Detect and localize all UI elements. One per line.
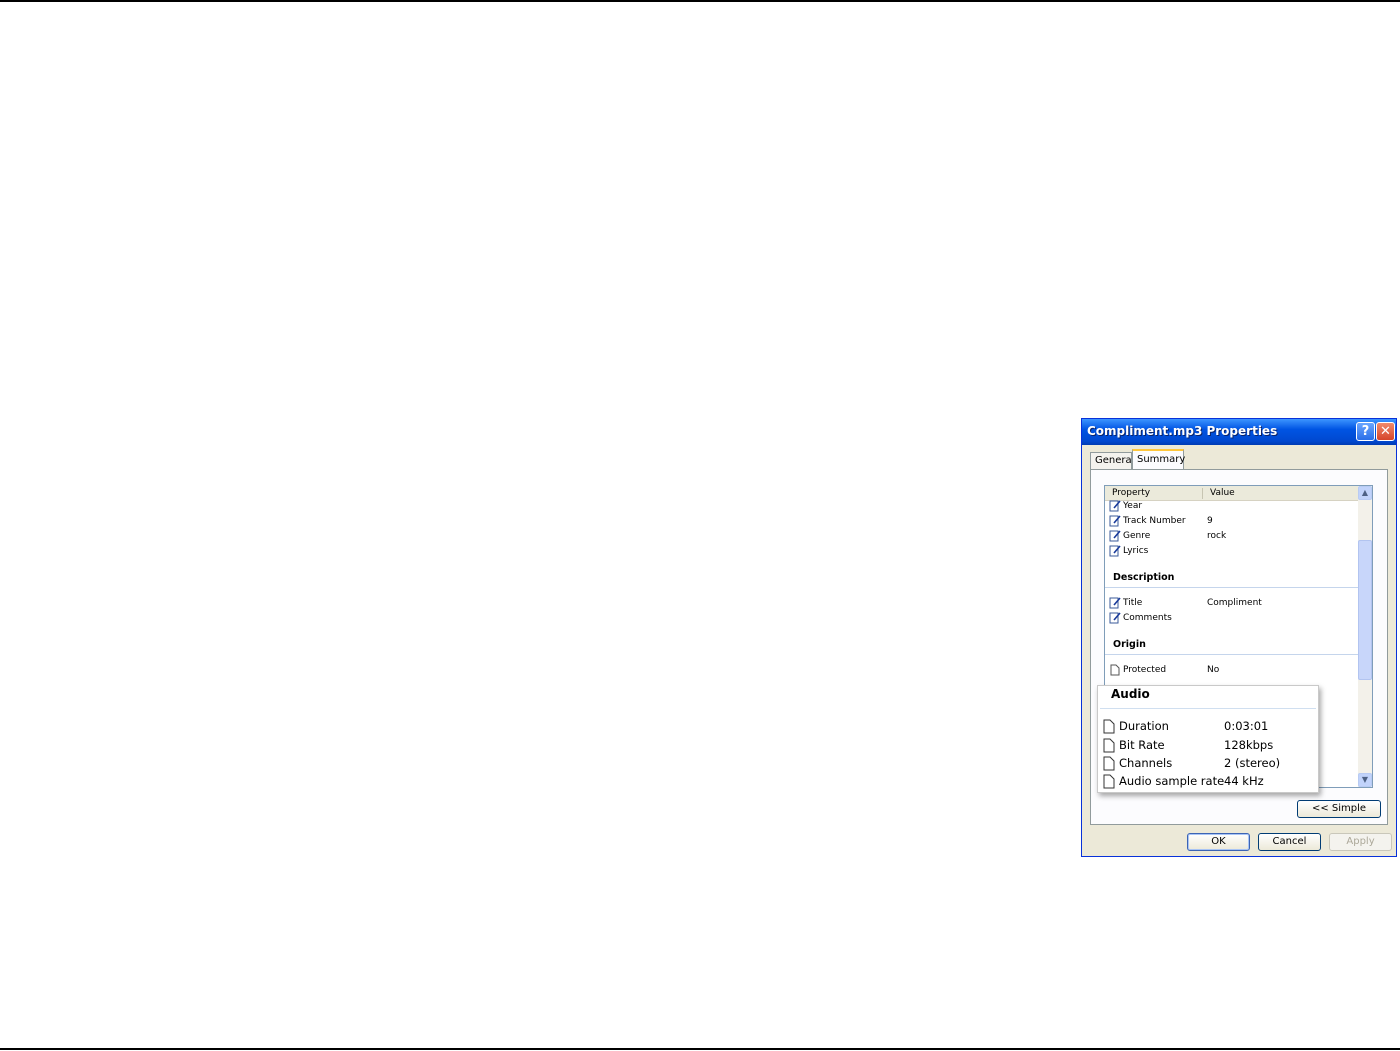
audio-zoom-callout: Audio Duration 0:03:01 Bit Rate 128kbps … [1097,685,1319,793]
apply-button: Apply [1329,833,1392,851]
property-name: Year [1123,501,1143,511]
edit-document-icon [1109,515,1121,527]
group-divider [1105,654,1358,655]
group-header-audio: Audio [1111,687,1150,701]
property-name: Genre [1123,531,1151,541]
property-name: Comments [1123,613,1172,623]
property-value: 0:03:01 [1224,719,1269,733]
close-button[interactable]: ✕ [1376,422,1395,441]
property-name: Lyrics [1123,546,1149,556]
property-value: 2 (stereo) [1224,756,1281,770]
property-value: 9 [1207,516,1213,526]
scroll-down-button[interactable]: ▼ [1358,773,1372,787]
close-icon: ✕ [1380,424,1391,439]
tab-summary[interactable]: Summary [1132,449,1185,470]
edit-document-icon [1109,545,1121,557]
document-icon [1110,664,1120,676]
property-value: Compliment [1207,598,1262,608]
group-header-origin: Origin [1113,639,1146,650]
property-name: Track Number [1123,516,1186,526]
title-bar[interactable]: Compliment.mp3 Properties ? ✕ [1082,419,1396,445]
property-name: Audio sample rate [1119,774,1225,788]
column-header-value[interactable]: Value [1210,486,1235,500]
property-name: Title [1123,598,1143,608]
dialog-title: Compliment.mp3 Properties [1087,424,1278,438]
tab-general[interactable]: General [1090,452,1134,469]
help-icon: ? [1361,424,1370,439]
property-name: Bit Rate [1119,738,1165,752]
property-value: 44 kHz [1224,774,1264,788]
help-button[interactable]: ? [1356,422,1375,441]
column-header-property[interactable]: Property [1112,486,1150,500]
document-icon [1103,756,1115,771]
document-icon [1103,738,1115,753]
scroll-up-button[interactable]: ▲ [1358,486,1372,500]
scroll-up-icon: ▲ [1361,488,1369,497]
edit-document-icon [1109,530,1121,542]
property-value: rock [1207,531,1227,541]
simple-view-button[interactable]: << Simple [1297,800,1381,818]
top-rule [0,0,1400,2]
group-divider [1105,587,1358,588]
scroll-thumb[interactable] [1358,540,1372,680]
edit-document-icon [1109,500,1121,512]
property-value: No [1207,665,1220,675]
column-separator[interactable] [1202,488,1203,499]
group-header-description: Description [1113,572,1175,583]
property-name: Duration [1119,719,1169,733]
property-value: 128kbps [1224,738,1274,752]
ok-button[interactable]: OK [1187,833,1250,851]
cancel-button[interactable]: Cancel [1258,833,1321,851]
vertical-scrollbar[interactable]: ▲ ▼ [1358,486,1372,787]
document-icon [1103,719,1115,734]
property-name: Protected [1123,665,1167,675]
property-name: Channels [1119,756,1173,770]
group-divider [1100,708,1316,709]
page: Compliment.mp3 Properties ? ✕ General Su… [0,0,1400,1051]
edit-document-icon [1109,612,1121,624]
scroll-down-icon: ▼ [1361,775,1369,784]
list-header: Property Value [1105,486,1358,501]
document-icon [1103,774,1115,789]
edit-document-icon [1109,597,1121,609]
bottom-rule [0,1048,1400,1050]
